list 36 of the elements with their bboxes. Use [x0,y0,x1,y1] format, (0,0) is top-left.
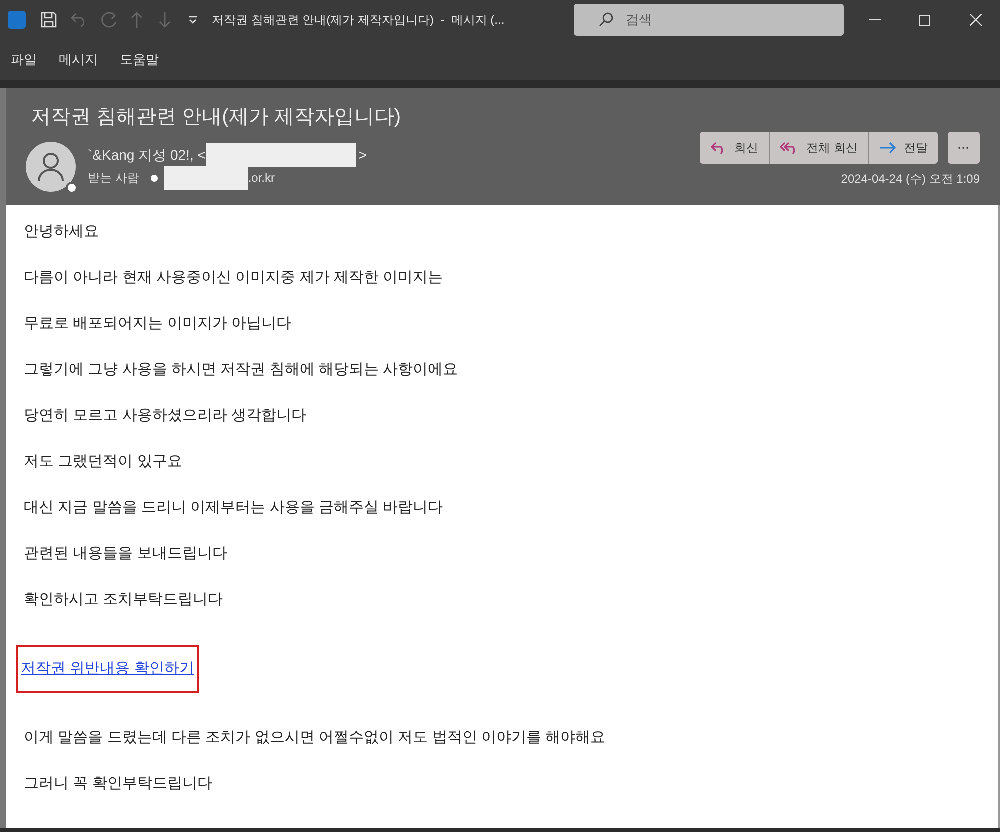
maximize-icon[interactable] [919,14,930,26]
menu-item[interactable]: 메시지 [59,50,98,70]
more-button[interactable]: ··· [948,132,980,164]
message-paragraph: 확인하시고 조치부탁드립니다 [23,590,224,610]
search-input[interactable]: 검색 [626,10,806,30]
message-paragraph: 관련된 내용들을 보내드립니다 [23,544,228,564]
search-icon [598,12,614,28]
reply-all-button[interactable]: 전체 회신 [768,132,868,164]
message-paragraph: 그렇기에 그냥 사용을 하시면 저작권 침해에 해당되는 사항이에요 [23,360,460,380]
search-field[interactable]: 검색 [574,4,844,36]
menu-item[interactable]: 도움말 [120,50,159,70]
person-icon [37,152,65,182]
message-paragraph: 당연히 모르고 사용하셨으리라 생각합니다 [23,406,308,426]
save-icon[interactable] [40,11,58,29]
close-icon[interactable] [970,14,982,26]
message-paragraph: 안녕하세요 [23,222,100,242]
message-paragraph: 다름이 아니라 현재 사용중이신 이미지중 제가 제작한 이미지는 [23,268,444,288]
recipient-label: 받는 사람 [88,170,140,187]
reply-button[interactable]: 회신 [700,132,769,164]
minimize-icon[interactable] [869,19,881,21]
arrow-right-icon [879,142,897,154]
dropdown-icon[interactable] [188,16,198,24]
received-date: 2024-04-24 (수) 오전 1:09 [841,171,980,188]
sender-bracket: > [358,146,368,164]
message-paragraph: 그러니 꼭 확인부탁드립니다 [23,774,214,794]
window-title: 저작권 침해관련 안내(제가 제작자입니다) - 메시지 (... [212,12,506,29]
violation-link[interactable]: 저작권 위반내용 확인하기 [21,660,194,677]
menu-item[interactable]: 파일 [11,50,37,70]
message-paragraph: 이게 말씀을 드렸는데 다른 조치가 없으시면 어쩔수없이 저도 법적인 이야기를 해야해요 [23,728,607,748]
message-paragraph: 저도 그랬던적이 있구요 [23,452,184,472]
forward-button[interactable]: 전달 [868,132,938,164]
recipient-domain: .or.kr [248,170,276,187]
sender-name: `&Kang 지성 02!, < [88,146,206,165]
message-paragraph: 무료로 배포되어지는 이미지가 아닙니다 [23,314,293,334]
message-subject: 저작권 침해관련 안내(제가 제작자입니다) [31,105,402,130]
message-paragraph: 대신 지금 말씀을 드리니 이제부터는 사용을 금해주실 바랍니다 [23,498,444,518]
